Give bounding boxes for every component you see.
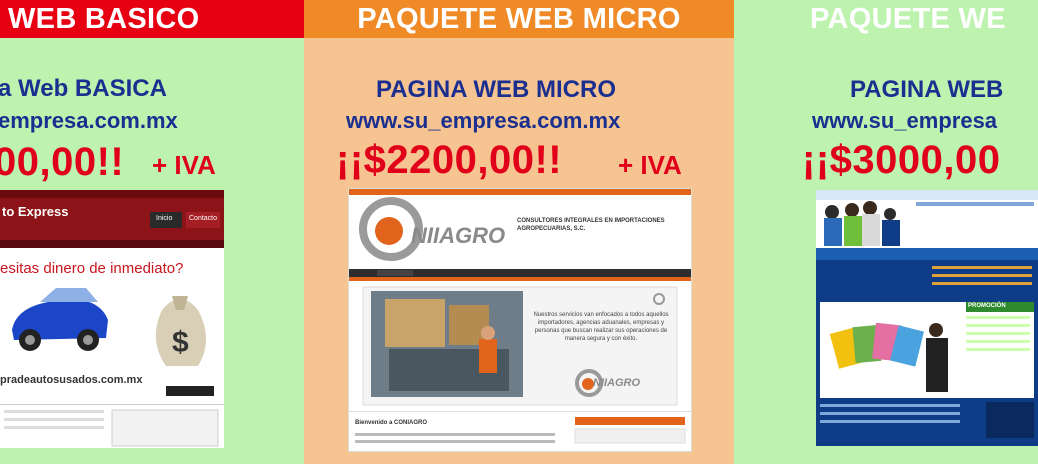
car-image (12, 288, 108, 351)
website-mockup-graphic: $ (0, 190, 224, 447)
site-nav-contact: Contacto (189, 215, 218, 222)
package-basic-column: E WEB BASICO a Web BASICA empresa.com.mx… (0, 0, 304, 464)
package-banner: PAQUETE WE (810, 3, 1006, 35)
site-body-text: Nuestros servicios van enfocados a todos… (533, 312, 669, 342)
website-screenshot-advanced[interactable]: PROMOCIÓN (816, 190, 1038, 446)
package-banner: PAQUETE WEB MICRO (304, 0, 734, 38)
site-url-text: pradeautosusados.com.mx (0, 374, 143, 386)
package-title: a Web BASICA (0, 75, 167, 102)
package-micro-column: PAQUETE WEB MICRO PAGINA WEB MICRO www.s… (304, 0, 734, 464)
package-right-column: PAQUETE WE PAGINA WEB www.su_empresa ¡¡$… (734, 0, 1038, 464)
website-screenshot-micro[interactable]: NIIAGRO CONSULTORES INTEGRALES EN IMPORT… (348, 188, 692, 452)
package-price: ¡¡$3000,00 (802, 138, 1001, 182)
website-mockup-graphic (816, 190, 1038, 438)
money-bag-image: $ (155, 296, 206, 366)
package-title: PAGINA WEB (850, 76, 1004, 103)
package-domain: www.su_empresa (812, 108, 998, 133)
package-title: PAGINA WEB MICRO (376, 76, 616, 103)
website-screenshot-basic[interactable]: $ to Express Inicio Contacto esitas dine… (0, 190, 224, 448)
package-price: 00,00!! (0, 140, 125, 184)
site-logo: to Express (2, 204, 69, 219)
site-section-label: PROMOCIÓN (968, 303, 1006, 309)
package-iva: + IVA (618, 150, 682, 180)
site-welcome: Bienvenido a CONIAGRO (355, 420, 428, 426)
package-price: ¡¡$2200,00!! (336, 138, 563, 182)
svg-text:$: $ (172, 326, 189, 359)
site-headline: esitas dinero de inmediato? (0, 260, 184, 277)
package-iva: + IVA (152, 150, 216, 180)
package-banner: E WEB BASICO (0, 0, 304, 38)
site-footer-logo: NIIAGRO (593, 377, 641, 389)
package-domain: empresa.com.mx (0, 108, 178, 133)
package-domain: www.su_empresa.com.mx (346, 108, 621, 133)
site-company-name: CONSULTORES INTEGRALES EN IMPORTACIONES … (517, 218, 665, 232)
site-logo: NIIAGRO (411, 223, 506, 248)
site-nav-home: Inicio (156, 215, 173, 222)
